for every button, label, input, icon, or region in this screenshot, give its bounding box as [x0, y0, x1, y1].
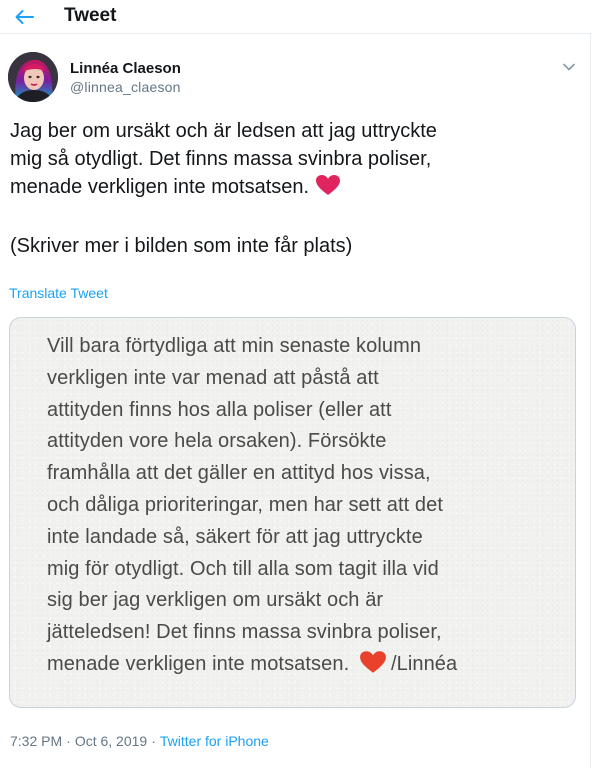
page-title: Tweet — [64, 5, 117, 26]
tweet-text: Jag ber om ursäkt och är ledsen att jag … — [10, 117, 580, 260]
meta-separator: · — [151, 733, 156, 749]
image-text-line: framhålla att det gäller en attityd hos … — [47, 462, 431, 485]
arrow-left-icon — [15, 10, 34, 24]
tweet-line: Jag ber om ursäkt och är ledsen att jag … — [10, 120, 437, 142]
image-text-line: Vill bara förtydliga att min senaste kol… — [47, 335, 422, 357]
image-text: Vill bara förtydliga att min senaste kol… — [47, 331, 557, 685]
tweet-meta: 7:32 PM · Oct 6, 2019 · Twitter for iPhone — [10, 733, 269, 749]
top-bar: Tweet — [0, 0, 592, 34]
tweet-image[interactable]: Vill bara förtydliga att min senaste kol… — [9, 317, 576, 708]
avatar[interactable] — [8, 52, 58, 102]
image-text-last-line: menade verkligen inte motsatsen. /Linnéa — [47, 649, 557, 685]
image-text-line: menade verkligen inte motsatsen. — [47, 652, 350, 675]
image-signature: /Linnéa — [390, 652, 458, 675]
image-text-line: verkligen inte var menad att påstå att — [47, 366, 379, 389]
column-divider — [590, 34, 591, 768]
tweet-time[interactable]: 7:32 PM — [10, 733, 62, 749]
author-handle[interactable]: @linnea_claeson — [70, 79, 181, 95]
meta-separator: · — [66, 733, 71, 749]
image-text-line: attityden finns hos alla poliser (eller … — [47, 398, 392, 421]
heart-icon — [359, 650, 387, 685]
tweet-line: mig så otydligt. Det finns massa svinbra… — [10, 148, 432, 170]
heart-icon — [315, 174, 341, 204]
chevron-down-icon — [563, 63, 575, 71]
tweet-line-text: menade verkligen inte motsatsen. — [10, 176, 310, 198]
author-name[interactable]: Linnéa Claeson — [70, 60, 181, 77]
image-text-line: jätteledsen! Det finns massa svinbra pol… — [47, 621, 442, 644]
tweet-line: (Skriver mer i bilden som inte får plats… — [10, 235, 353, 257]
image-text-line: mig för otydligt. Och till alla som tagi… — [47, 557, 439, 580]
back-button[interactable] — [10, 4, 38, 30]
avatar-image — [8, 52, 58, 102]
tweet-date[interactable]: Oct 6, 2019 — [75, 733, 147, 749]
tweet-source-link[interactable]: Twitter for iPhone — [160, 733, 269, 749]
image-text-line: inte landade så, säkert för att jag uttr… — [47, 525, 423, 548]
image-text-line: attityden vore hela orsaken). Försökte — [47, 430, 387, 453]
translate-tweet-link[interactable]: Translate Tweet — [9, 285, 108, 301]
image-text-line: sig ber jag verkligen om ursäkt och är — [47, 589, 384, 612]
tweet-line: menade verkligen inte motsatsen. — [10, 173, 580, 204]
image-text-line: och dåliga prioriteringar, men har sett … — [47, 493, 444, 516]
tweet-menu-button[interactable] — [560, 58, 578, 76]
